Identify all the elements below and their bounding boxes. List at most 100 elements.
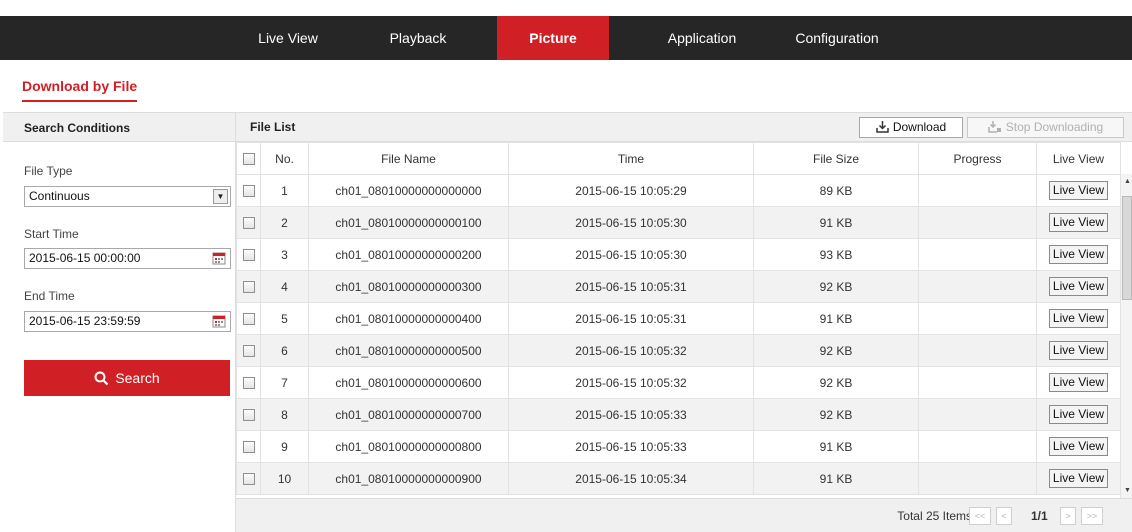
- row-file-name: ch01_08010000000000100: [308, 206, 509, 239]
- live-view-button[interactable]: Live View: [1048, 405, 1109, 424]
- search-button[interactable]: Search: [24, 360, 230, 396]
- chevron-down-icon[interactable]: ▼: [213, 189, 228, 204]
- row-no: 2: [260, 206, 309, 239]
- row-checkbox[interactable]: [242, 473, 255, 486]
- row-checkbox[interactable]: [242, 345, 255, 358]
- row-progress: [918, 174, 1037, 207]
- tab-playback[interactable]: Playback: [362, 16, 474, 60]
- download-label: Download: [892, 120, 947, 134]
- download-icon: [876, 121, 889, 133]
- row-live-view-cell: Live View: [1036, 206, 1121, 239]
- live-view-button[interactable]: Live View: [1048, 309, 1109, 328]
- row-live-view-cell: Live View: [1036, 398, 1121, 431]
- end-time-field[interactable]: 2015-06-15 23:59:59: [24, 311, 231, 332]
- search-button-label: Search: [115, 370, 160, 386]
- table-row[interactable]: 5 ch01_08010000000000400 2015-06-15 10:0…: [236, 302, 1121, 335]
- row-time: 2015-06-15 10:05:31: [508, 302, 754, 335]
- row-checkbox-cell: [236, 334, 261, 367]
- first-page-button[interactable]: <<: [969, 507, 991, 525]
- row-checkbox[interactable]: [242, 217, 255, 230]
- row-checkbox[interactable]: [242, 185, 255, 198]
- calendar-icon[interactable]: [212, 314, 226, 328]
- table-row[interactable]: 4 ch01_08010000000000300 2015-06-15 10:0…: [236, 270, 1121, 303]
- stop-downloading-button[interactable]: Stop Downloading: [967, 117, 1124, 138]
- row-time: 2015-06-15 10:05:30: [508, 238, 754, 271]
- row-checkbox-cell: [236, 398, 261, 431]
- table-row[interactable]: 10 ch01_08010000000000900 2015-06-15 10:…: [236, 462, 1121, 495]
- table-row[interactable]: 7 ch01_08010000000000600 2015-06-15 10:0…: [236, 366, 1121, 399]
- table-row[interactable]: 9 ch01_08010000000000800 2015-06-15 10:0…: [236, 430, 1121, 463]
- row-checkbox[interactable]: [242, 441, 255, 454]
- col-header-live-view: Live View: [1036, 142, 1121, 175]
- row-live-view-cell: Live View: [1036, 462, 1121, 495]
- row-checkbox[interactable]: [242, 377, 255, 390]
- live-view-button[interactable]: Live View: [1048, 437, 1109, 456]
- row-progress: [918, 398, 1037, 431]
- table-row[interactable]: 3 ch01_08010000000000200 2015-06-15 10:0…: [236, 238, 1121, 271]
- table-row[interactable]: 8 ch01_08010000000000700 2015-06-15 10:0…: [236, 398, 1121, 431]
- select-all-checkbox[interactable]: [242, 153, 255, 166]
- row-progress: [918, 430, 1037, 463]
- live-view-button[interactable]: Live View: [1048, 469, 1109, 488]
- row-no: 7: [260, 366, 309, 399]
- row-no: 5: [260, 302, 309, 335]
- row-checkbox[interactable]: [242, 313, 255, 326]
- scrollbar-thumb[interactable]: [1122, 196, 1132, 300]
- table-row[interactable]: 6 ch01_08010000000000500 2015-06-15 10:0…: [236, 334, 1121, 367]
- subtab-download-by-file[interactable]: Download by File: [22, 78, 138, 102]
- live-view-button[interactable]: Live View: [1048, 181, 1109, 200]
- table-row[interactable]: 2 ch01_08010000000000100 2015-06-15 10:0…: [236, 206, 1121, 239]
- live-view-button[interactable]: Live View: [1048, 245, 1109, 264]
- prev-page-button[interactable]: <: [996, 507, 1012, 525]
- row-progress: [918, 302, 1037, 335]
- row-no: 4: [260, 270, 309, 303]
- end-time-value: 2015-06-15 23:59:59: [29, 314, 141, 328]
- row-file-size: 89 KB: [753, 174, 919, 207]
- file-type-select[interactable]: Continuous ▼: [24, 186, 231, 207]
- row-file-name: ch01_08010000000000000: [308, 174, 509, 207]
- row-file-size: 92 KB: [753, 334, 919, 367]
- table-scrollbar[interactable]: ▲ ▼: [1120, 174, 1132, 498]
- row-progress: [918, 206, 1037, 239]
- row-file-name: ch01_08010000000000300: [308, 270, 509, 303]
- live-view-button[interactable]: Live View: [1048, 277, 1109, 296]
- download-button[interactable]: Download: [859, 117, 963, 138]
- tab-configuration[interactable]: Configuration: [776, 16, 898, 60]
- calendar-icon[interactable]: [212, 251, 226, 265]
- file-type-label: File Type: [24, 164, 73, 178]
- tab-live-view[interactable]: Live View: [236, 16, 340, 60]
- row-time: 2015-06-15 10:05:29: [508, 174, 754, 207]
- row-checkbox-cell: [236, 270, 261, 303]
- total-items: Total 25 Items: [897, 509, 972, 523]
- file-list-title: File List: [250, 120, 296, 134]
- live-view-button[interactable]: Live View: [1048, 213, 1109, 232]
- row-live-view-cell: Live View: [1036, 430, 1121, 463]
- search-conditions-panel: Search Conditions File Type Continuous ▼…: [3, 112, 236, 532]
- row-no: 3: [260, 238, 309, 271]
- row-no: 8: [260, 398, 309, 431]
- row-checkbox-cell: [236, 430, 261, 463]
- tab-picture[interactable]: Picture: [497, 16, 609, 60]
- row-checkbox-cell: [236, 206, 261, 239]
- row-file-size: 92 KB: [753, 270, 919, 303]
- scroll-up-arrow-icon[interactable]: ▲: [1124, 178, 1131, 185]
- table-row[interactable]: 1 ch01_08010000000000000 2015-06-15 10:0…: [236, 174, 1121, 207]
- row-checkbox[interactable]: [242, 249, 255, 262]
- row-checkbox[interactable]: [242, 409, 255, 422]
- live-view-button[interactable]: Live View: [1048, 341, 1109, 360]
- row-checkbox[interactable]: [242, 281, 255, 294]
- file-list-panel: File List Download Stop Downloading No. …: [236, 112, 1132, 532]
- start-time-value: 2015-06-15 00:00:00: [29, 251, 141, 265]
- row-no: 9: [260, 430, 309, 463]
- scroll-down-arrow-icon[interactable]: ▼: [1124, 487, 1131, 494]
- next-page-button[interactable]: >: [1060, 507, 1076, 525]
- row-time: 2015-06-15 10:05:32: [508, 366, 754, 399]
- row-file-name: ch01_08010000000000700: [308, 398, 509, 431]
- live-view-button[interactable]: Live View: [1048, 373, 1109, 392]
- start-time-field[interactable]: 2015-06-15 00:00:00: [24, 248, 231, 269]
- row-file-name: ch01_08010000000000600: [308, 366, 509, 399]
- last-page-button[interactable]: >>: [1081, 507, 1103, 525]
- row-checkbox-cell: [236, 302, 261, 335]
- tab-application[interactable]: Application: [640, 16, 764, 60]
- row-live-view-cell: Live View: [1036, 366, 1121, 399]
